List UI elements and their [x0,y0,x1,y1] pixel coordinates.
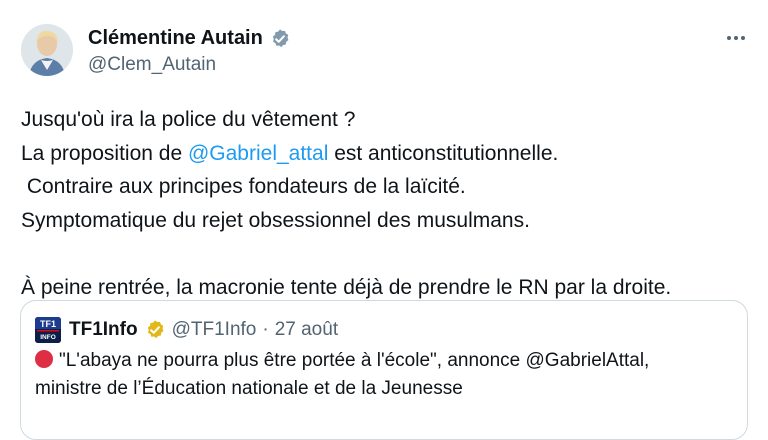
quoted-tweet-header: TF1 INFO TF1Info @TF1Info · 27 août [35,317,338,343]
quoted-body-line-1: "L'abaya ne pourra plus être portée à l'… [35,347,735,375]
tf1info-logo-image: TF1 INFO [35,317,61,343]
author-handle[interactable]: @Clem_Autain [88,54,216,76]
quoted-body-line-2: ministre de l’Éducation nationale et de … [35,378,463,399]
quoted-body-text-1: "L'abaya ne pourra plus être portée à l'… [59,350,650,371]
author-name[interactable]: Clémentine Autain [88,27,263,50]
quoted-tweet-date[interactable]: 27 août [275,319,338,341]
red-circle-emoji [35,350,53,368]
tweet-line-5: À peine rentrée, la macronie tente déjà … [21,275,672,299]
tweet-line-3: Contraire aux principes fondateurs de la… [21,175,466,198]
tweet-line-2-prefix: La proposition de [21,141,188,165]
quoted-tweet[interactable]: TF1 INFO TF1Info @TF1Info · 27 août "L'a… [20,300,748,440]
tweet-line-1: Jusqu'où ira la police du vêtement ? [21,108,356,131]
quoted-tweet-body: "L'abaya ne pourra plus être portée à l'… [35,347,735,403]
logo-text-bottom: INFO [40,334,56,341]
avatar[interactable] [21,24,73,76]
meta-separator: · [262,319,269,340]
verified-gold-badge-icon[interactable] [144,319,166,341]
more-horizontal-icon[interactable] [722,28,750,48]
quoted-author-name[interactable]: TF1Info [69,319,138,341]
logo-text-top: TF1 [40,319,56,329]
mention-link[interactable]: @Gabriel_attal [188,142,328,165]
tweet-text: Jusqu'où ira la police du vêtement ? La … [21,103,751,304]
tf1info-logo[interactable]: TF1 INFO [35,317,61,343]
tweet-line-2: La proposition de @Gabriel_attal est ant… [21,137,751,171]
avatar-image [21,24,73,76]
verified-badge-icon[interactable] [269,28,291,50]
author-name-row: Clémentine Autain [88,27,291,50]
tweet-line-4: Symptomatique du rejet obsessionnel des … [21,208,530,232]
tweet-line-2-suffix: est anticonstitutionnelle. [328,141,559,165]
quoted-author-handle[interactable]: @TF1Info [172,319,257,341]
